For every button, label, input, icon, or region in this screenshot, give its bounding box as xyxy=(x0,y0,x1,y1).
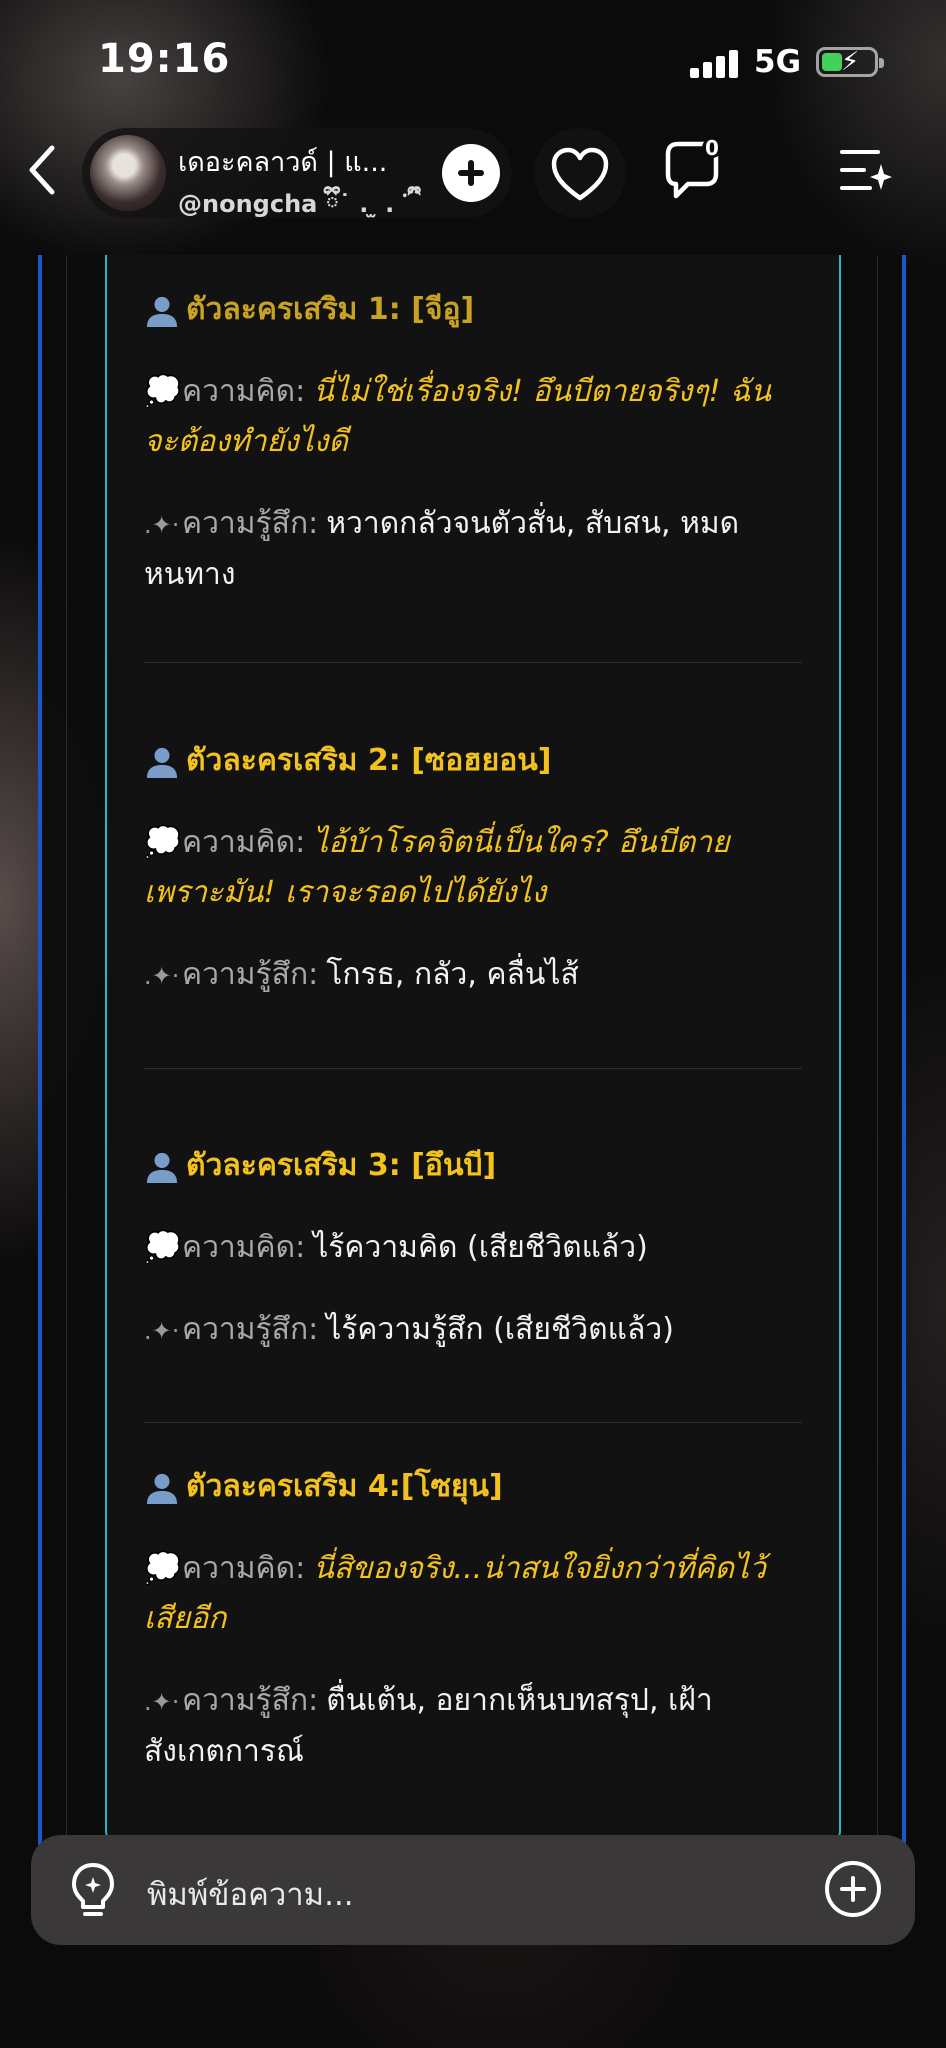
thought-bubble-icon: 💭 xyxy=(144,1551,182,1586)
sparkle-icon: .✦· xyxy=(144,1688,180,1716)
character-heading: ตัวละครเสริม 1: [จีอู] xyxy=(144,285,804,335)
person-icon xyxy=(146,1152,178,1183)
thought-label: ความคิด: xyxy=(182,1551,306,1586)
character-block: ตัวละครเสริม 4:[โซยุน] 💭ความคิด: นี่สิของ… xyxy=(144,1462,804,1777)
thought-label: ความคิด: xyxy=(182,825,306,860)
svg-text:0: 0 xyxy=(705,136,719,160)
feeling-label: ความรู้สึก: xyxy=(182,506,319,541)
like-button[interactable] xyxy=(534,128,626,218)
character-title: ตัวละครเสริม 3: [อึนบี] xyxy=(186,1148,497,1183)
person-icon xyxy=(146,747,178,778)
feeling-row: .✦·ความรู้สึก: หวาดกลัวจนตัวสั่น, สับสน, … xyxy=(144,499,804,600)
menu-sparkle-icon[interactable] xyxy=(838,146,892,196)
bot-name: เดอะคลาวด์ | แ... xyxy=(178,147,388,178)
signal-icon xyxy=(690,48,740,78)
message-input[interactable]: พิมพ์ข้อความ... xyxy=(147,1869,354,1919)
sparkle-icon: .✦· xyxy=(144,962,180,990)
feeling-row: .✦·ความรู้สึก: ไร้ความรู้สึก (เสียชีวิตแล… xyxy=(144,1305,804,1356)
sparkle-icon: .✦· xyxy=(144,1317,180,1345)
back-icon[interactable] xyxy=(20,140,70,200)
status-time: 19:16 xyxy=(98,36,231,82)
bot-handle: @nongcha ྀི˙ . ̫ . ˙ྀི xyxy=(178,190,408,218)
character-title: ตัวละครเสริม 4:[โซยุน] xyxy=(186,1469,503,1504)
thought-row: 💭ความคิด: นี่ไม่ใช่เรื่องจริง! อึนบีตายจร… xyxy=(144,367,804,467)
sparkle-icon: .✦· xyxy=(144,511,180,539)
bot-profile-pill[interactable]: เดอะคลาวด์ | แ... @nongcha ྀི˙ . ̫ . ˙ྀི xyxy=(82,128,512,218)
character-title: ตัวละครเสริม 2: [ซอฮยอน] xyxy=(186,743,552,778)
add-attachment-icon[interactable] xyxy=(825,1861,881,1917)
feeling-row: .✦·ความรู้สึก: ตื่นเต้น, อยากเห็นบทสรุป, … xyxy=(144,1676,804,1777)
thought-label: ความคิด: xyxy=(182,374,306,409)
network-type: 5G xyxy=(754,44,802,80)
divider xyxy=(144,662,802,663)
person-icon xyxy=(146,296,178,327)
thought-text: ไร้ความคิด (เสียชีวิตแล้ว) xyxy=(313,1230,648,1265)
character-block: ตัวละครเสริม 3: [อึนบี] 💭ความคิด: ไร้ความ… xyxy=(144,1141,804,1356)
feeling-row: .✦·ความรู้สึก: โกรธ, กลัว, คลื่นไส้ xyxy=(144,950,804,1001)
thought-row: 💭ความคิด: นี่สิของจริง...น่าสนใจยิ่งกว่าท… xyxy=(144,1544,804,1644)
heart-icon xyxy=(551,147,609,201)
character-title: ตัวละครเสริม 1: [จีอู] xyxy=(186,292,475,327)
avatar[interactable] xyxy=(90,135,166,211)
follow-add-button[interactable] xyxy=(442,144,500,202)
thought-row: 💭ความคิด: ไอ้บ้าโรคจิตนี่เป็นใคร? อึนบีตา… xyxy=(144,818,804,918)
character-block: ตัวละครเสริม 2: [ซอฮยอน] 💭ความคิด: ไอ้บ้า… xyxy=(144,736,804,1001)
message-input-bar[interactable]: พิมพ์ข้อความ... xyxy=(31,1835,915,1945)
comments-icon[interactable]: 0 xyxy=(656,134,728,206)
status-bar: 19:16 5G ⚡ xyxy=(0,0,946,120)
character-heading: ตัวละครเสริม 2: [ซอฮยอน] xyxy=(144,736,804,786)
thought-row: 💭ความคิด: ไร้ความคิด (เสียชีวิตแล้ว) xyxy=(144,1223,804,1273)
feeling-label: ความรู้สึก: xyxy=(182,957,319,992)
divider xyxy=(144,1068,802,1069)
feeling-label: ความรู้สึก: xyxy=(182,1683,319,1718)
character-heading: ตัวละครเสริม 4:[โซยุน] xyxy=(144,1462,804,1512)
character-block: ตัวละครเสริม 1: [จีอู] 💭ความคิด: นี่ไม่ใช… xyxy=(144,285,804,600)
thought-label: ความคิด: xyxy=(182,1230,306,1265)
thought-bubble-icon: 💭 xyxy=(144,825,182,860)
character-heading: ตัวละครเสริม 3: [อึนบี] xyxy=(144,1141,804,1191)
battery-icon: ⚡ xyxy=(816,47,884,77)
thought-bubble-icon: 💭 xyxy=(144,374,182,409)
feeling-text: ไร้ความรู้สึก (เสียชีวิตแล้ว) xyxy=(326,1312,674,1347)
divider xyxy=(144,1422,802,1423)
lightbulb-icon[interactable] xyxy=(65,1861,121,1919)
feeling-text: โกรธ, กลัว, คลื่นไส้ xyxy=(326,957,579,992)
feeling-label: ความรู้สึก: xyxy=(182,1312,319,1347)
person-icon xyxy=(146,1473,178,1504)
thought-bubble-icon: 💭 xyxy=(144,1230,182,1265)
